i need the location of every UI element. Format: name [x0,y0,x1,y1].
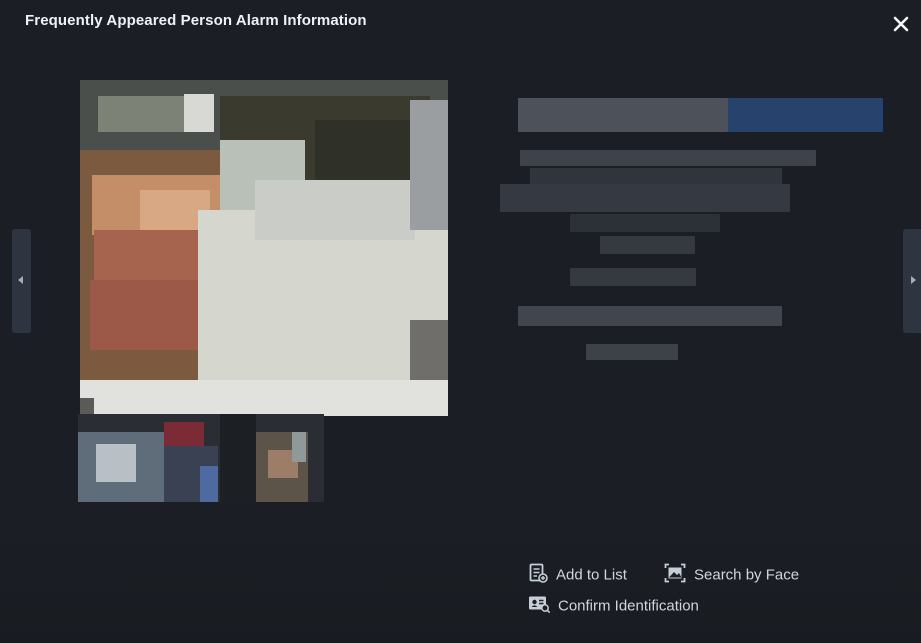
detail-line [586,344,678,360]
image-region [94,230,214,280]
thumbnail-region [96,444,136,482]
close-icon [893,16,909,32]
alarm-info-dialog: Frequently Appeared Person Alarm Informa… [0,0,921,643]
next-alarm-button[interactable] [903,229,921,333]
detail-line [570,214,720,232]
image-region [80,380,448,416]
dialog-title: Frequently Appeared Person Alarm Informa… [25,12,367,29]
confirm-identification-label: Confirm Identification [558,597,699,615]
detail-line [520,150,816,166]
search-by-face-label: Search by Face [694,566,800,584]
face-search-icon [664,563,686,587]
thumbnail-region [220,414,256,502]
details-heading-badge [728,98,883,132]
image-region [255,180,415,240]
alarm-details-panel [500,96,885,366]
search-by-face-button[interactable]: Search by Face [664,563,799,587]
detail-line [518,306,782,326]
details-heading [518,98,728,132]
chevron-left-icon [18,276,23,284]
detail-line [570,268,696,286]
thumbnail-region [164,422,204,446]
previous-alarm-button[interactable] [12,229,31,333]
detail-line [530,168,782,184]
image-region [184,94,214,132]
add-to-list-button[interactable]: Add to List [528,563,627,587]
image-region [98,96,188,132]
add-to-list-label: Add to List [556,566,627,584]
image-region [90,280,210,350]
detail-line [500,184,790,212]
list-add-icon [528,563,548,587]
thumbnail-region [292,432,306,462]
confirm-identification-button[interactable]: Confirm Identification [528,595,699,617]
captured-face-image [80,80,448,416]
chevron-right-icon [911,276,916,284]
thumbnail-region [200,466,218,502]
detail-line [600,236,695,254]
face-thumbnails [78,414,324,502]
close-button[interactable] [891,14,911,34]
id-card-icon [528,595,550,617]
image-region [410,100,448,230]
